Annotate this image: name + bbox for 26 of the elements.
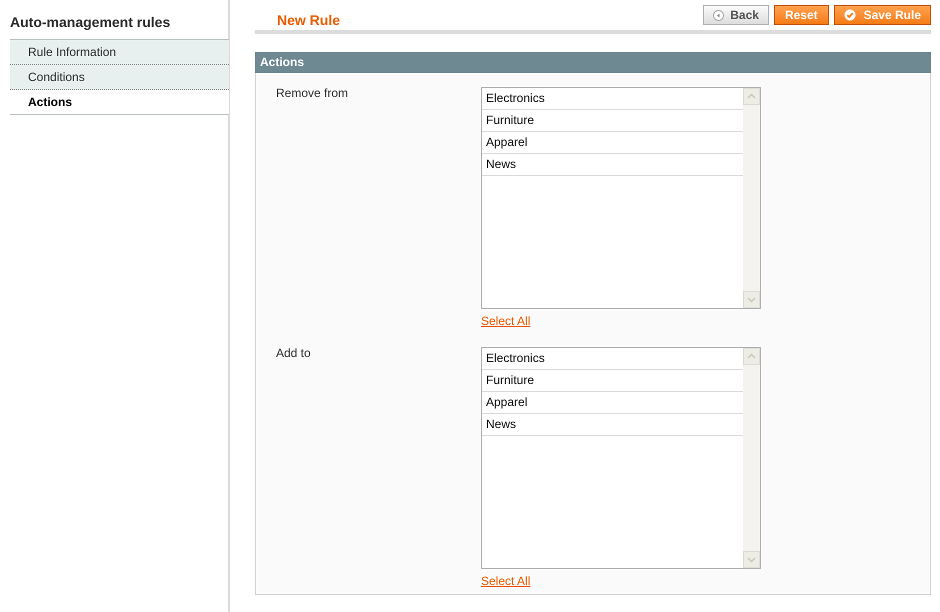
multiselect-list[interactable]: Electronics Furniture Apparel News [481,87,761,309]
sidebar-tab[interactable]: Conditions [10,65,229,90]
section-header: Actions [255,52,931,73]
page-title: New Rule [277,10,340,30]
list-option[interactable]: Furniture [482,110,743,132]
list-option[interactable]: Electronics [482,348,743,370]
list-option[interactable]: Furniture [482,370,743,392]
check-icon [844,9,856,21]
scrollbar[interactable] [743,348,760,568]
list-option[interactable]: News [482,154,743,176]
field-label: Add to [276,345,312,360]
scrollbar[interactable] [743,88,760,308]
field-label: Remove from [276,85,350,100]
list-option[interactable]: Apparel [482,392,743,414]
sidebar-tab[interactable]: Rule Information [10,40,229,65]
scroll-up-icon[interactable] [743,88,760,105]
scroll-up-icon[interactable] [743,348,760,365]
list-option[interactable]: Electronics [482,88,743,110]
sidebar-tab[interactable]: Actions [10,90,229,115]
back-button[interactable]: Back [703,5,769,25]
list-option[interactable]: News [482,414,743,436]
scroll-down-icon[interactable] [743,291,760,308]
sidebar-title: Auto-management rules [10,13,172,32]
multiselect-list[interactable]: Electronics Furniture Apparel News [481,347,761,569]
list-option[interactable]: Apparel [482,132,743,154]
scroll-down-icon[interactable] [743,551,760,568]
